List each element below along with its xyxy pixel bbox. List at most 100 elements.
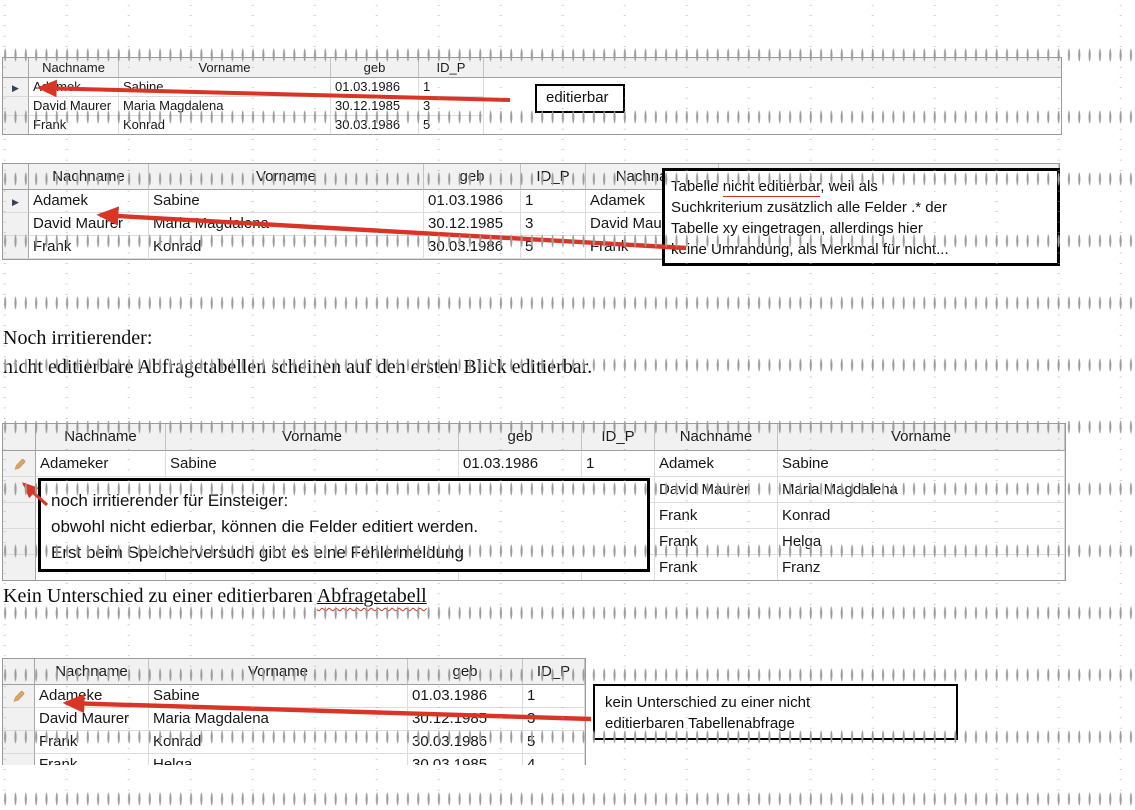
table-cell: Konrad [119, 116, 331, 135]
table-row: AdamekerSabine01.03.19861AdamekSabine [3, 451, 1065, 477]
edit-pencil-icon [12, 455, 27, 472]
table-cell: 3 [523, 708, 585, 731]
edit-pencil-icon [11, 687, 26, 704]
callout-not-editable[interactable]: Tabelle nicht editierbar, weil als Suchk… [662, 168, 1060, 266]
row-header-corner [3, 58, 29, 78]
column-header: Nachname [36, 424, 166, 451]
row-header-cell [3, 529, 36, 555]
table-cell: 01.03.1986 [408, 685, 523, 708]
column-header: geb [408, 659, 523, 685]
column-header: Nachname [29, 58, 119, 78]
table-cell: 1 [521, 190, 586, 213]
row-header-cell: ▶ [3, 78, 29, 97]
column-header: Vorname [149, 659, 408, 685]
table-cell: Franz [778, 555, 1065, 581]
table-cell: Maria Magdalena [119, 97, 331, 116]
column-header: Vorname [778, 424, 1065, 451]
table-cell: 5 [523, 731, 585, 754]
active-row-marker-icon: ▶ [12, 197, 19, 207]
table-cell: 30.12.1985 [331, 97, 419, 116]
row-header-cell [3, 477, 36, 503]
table-row: David MaurerMaria Magdalena30.12.19853 [3, 97, 1061, 116]
red-underlined-text: nicht editierbar [723, 178, 821, 197]
callout-line: Erst beim Speicherversuch gibt es eine F… [51, 540, 647, 566]
callout-line: Suchkriterium zusätzlich alle Felder .* … [671, 197, 1057, 218]
table-row: FrankHelga30.03.19854 [3, 754, 585, 765]
callout-beginners[interactable]: noch irritierender für Einsteiger: obwoh… [38, 478, 650, 572]
column-header: Vorname [166, 424, 459, 451]
column-header: Nachname [655, 424, 778, 451]
row-header-corner [3, 659, 35, 685]
column-header: ID_P [521, 164, 586, 190]
table-cell: 5 [521, 236, 586, 259]
table-cell: 1 [582, 451, 655, 477]
callout-line: Tabelle nicht editierbar, weil als [671, 176, 1057, 197]
row-header-cell [3, 236, 29, 259]
table-cell: Helga [149, 754, 408, 765]
table-cell: 1 [523, 685, 585, 708]
table-cell: 30.03.1985 [408, 754, 523, 765]
table-cell: Adameke [35, 685, 149, 708]
row-header-cell [3, 555, 36, 581]
table-cell: 3 [521, 213, 586, 236]
column-header: ID_P [419, 58, 484, 78]
table-cell: Adameker [36, 451, 166, 477]
table-cell: Adamek [29, 78, 119, 97]
table-cell: Adamek [29, 190, 149, 213]
table-cell: 30.03.1986 [331, 116, 419, 135]
paragraph-irritating: Noch irritierender: nicht editierbare Ab… [3, 324, 592, 382]
table-cell: Adamek [655, 451, 778, 477]
table-cell: Helga [778, 529, 1065, 555]
table-cell: 30.03.1986 [408, 731, 523, 754]
table-cell: 01.03.1986 [424, 190, 521, 213]
callout-line: Tabelle xy eingetragen, allerdings hier [671, 218, 1057, 239]
row-header-cell [3, 213, 29, 236]
active-row-marker-icon: ▶ [12, 83, 19, 93]
callout-editierbar[interactable]: editierbar [535, 84, 625, 113]
column-header: geb [459, 424, 582, 451]
row-header-cell: ▶ [3, 190, 29, 213]
table-cell: Sabine [778, 451, 1065, 477]
table-cell: Frank [655, 529, 778, 555]
table-screenshot-no-difference[interactable]: NachnameVornamegebID_PAdamekeSabine01.03… [2, 658, 586, 765]
callout-editierbar-text: editierbar [546, 89, 609, 106]
row-header-cell [3, 754, 35, 765]
row-header-corner [3, 424, 36, 451]
header-filler [484, 58, 1061, 78]
column-header: Nachname [29, 164, 149, 190]
callout-line: editierbaren Tabellenabfrage [605, 713, 956, 734]
column-header: ID_P [523, 659, 585, 685]
table-cell: 30.12.1985 [408, 708, 523, 731]
table-cell: 01.03.1986 [331, 78, 419, 97]
table-cell: Frank [35, 731, 149, 754]
paragraph-line: Noch irritierender: [3, 324, 592, 353]
table-cell: Sabine [166, 451, 459, 477]
table-screenshot-editable-query[interactable]: NachnameVornamegebID_P▶AdamekSabine01.03… [2, 57, 1062, 135]
callout-no-difference[interactable]: kein Unterschied zu einer nicht editierb… [593, 684, 958, 740]
table-row: AdamekeSabine01.03.19861 [3, 685, 585, 708]
table-cell: Sabine [149, 685, 408, 708]
row-header-cell [3, 708, 35, 731]
table-cell: 1 [419, 78, 484, 97]
table-cell: Frank [29, 236, 149, 259]
row-header-corner [3, 164, 29, 190]
callout-line: noch irritierender für Einsteiger: [51, 488, 647, 514]
table-cell: Sabine [119, 78, 331, 97]
column-header: Vorname [149, 164, 424, 190]
row-header-cell [3, 451, 36, 477]
table-cell: Frank [655, 555, 778, 581]
table-cell: Frank [29, 116, 119, 135]
table-row: David MaurerMaria Magdalena30.12.19853 [3, 708, 585, 731]
paragraph-no-difference: Kein Unterschied zu einer editierbaren A… [3, 582, 427, 611]
callout-line: obwohl nicht edierbar, können die Felder… [51, 514, 647, 540]
table-cell: David Maurer [29, 97, 119, 116]
table-cell: Maria Magdalena [778, 477, 1065, 503]
table-cell: Frank [35, 754, 149, 765]
callout-line: kein Unterschied zu einer nicht [605, 692, 956, 713]
table-cell: Konrad [149, 731, 408, 754]
table-cell: 01.03.1986 [459, 451, 582, 477]
table-cell: Frank [655, 503, 778, 529]
paragraph-line: nicht editierbare Abfragetabellen schein… [3, 353, 592, 382]
row-header-cell [3, 731, 35, 754]
column-header: geb [331, 58, 419, 78]
